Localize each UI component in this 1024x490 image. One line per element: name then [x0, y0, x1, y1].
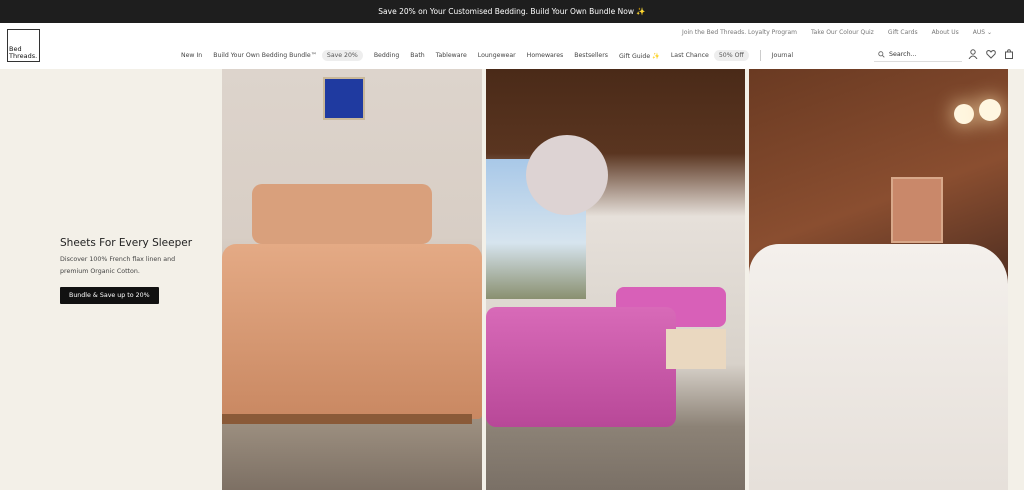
nav-tableware[interactable]: Tableware	[436, 52, 467, 59]
hero-image-white-bed[interactable]	[749, 69, 1008, 490]
nav-bedding[interactable]: Bedding	[374, 52, 399, 59]
promo-text[interactable]: Save 20% on Your Customised Bedding. Bui…	[378, 7, 645, 16]
divider	[759, 50, 761, 61]
hero-title: Sheets For Every Sleeper	[60, 237, 193, 249]
hero-description: Discover 100% French flax linen and prem…	[60, 256, 176, 275]
nav-new-in[interactable]: New In	[181, 52, 202, 59]
nav-gift-guide[interactable]: Gift Guide ✨	[619, 52, 660, 60]
logo[interactable]: Bed Threads.	[7, 29, 40, 62]
header: Bed Threads. Join the Bed Threads. Loyalt…	[0, 23, 1024, 69]
bundle-button[interactable]: Bundle & Save up to 20%	[60, 287, 159, 304]
user-icon[interactable]	[968, 49, 978, 59]
search-placeholder: Search...	[889, 50, 917, 58]
heart-icon[interactable]	[986, 49, 996, 59]
nav-loungewear[interactable]: Loungewear	[478, 52, 516, 59]
promo-banner[interactable]: Save 20% on Your Customised Bedding. Bui…	[0, 0, 1024, 23]
hero: Sheets For Every Sleeper Discover 100% F…	[0, 69, 1024, 490]
nav-bundle[interactable]: Build Your Own Bedding Bundle™	[213, 52, 317, 59]
header-icons	[968, 49, 1014, 59]
hero-image-terracotta-bed[interactable]	[222, 69, 482, 490]
bag-icon[interactable]	[1004, 49, 1014, 59]
main-nav: New In Build Your Own Bedding Bundle™ Sa…	[181, 50, 793, 61]
nav-journal[interactable]: Journal	[772, 52, 793, 59]
nav-bestsellers[interactable]: Bestsellers	[574, 52, 608, 59]
off-badge: 50% Off	[713, 50, 749, 61]
logo-line: Threads.	[9, 52, 38, 60]
search-input[interactable]: Search...	[874, 47, 962, 62]
region-select[interactable]: AUS ⌄	[973, 29, 992, 36]
utility-nav: Join the Bed Threads. Loyalty Program Ta…	[682, 29, 992, 36]
nav-homewares[interactable]: Homewares	[527, 52, 564, 59]
hero-copy: Sheets For Every Sleeper Discover 100% F…	[60, 237, 192, 304]
search-icon	[878, 50, 885, 58]
nav-bath[interactable]: Bath	[410, 52, 424, 59]
about-link[interactable]: About Us	[932, 29, 959, 36]
loyalty-link[interactable]: Join the Bed Threads. Loyalty Program	[682, 29, 797, 36]
colour-quiz-link[interactable]: Take Our Colour Quiz	[811, 29, 874, 36]
gift-cards-link[interactable]: Gift Cards	[888, 29, 918, 36]
save-badge: Save 20%	[321, 50, 363, 61]
hero-image-pink-bed[interactable]	[486, 69, 745, 490]
nav-last-chance[interactable]: Last Chance	[671, 52, 709, 59]
